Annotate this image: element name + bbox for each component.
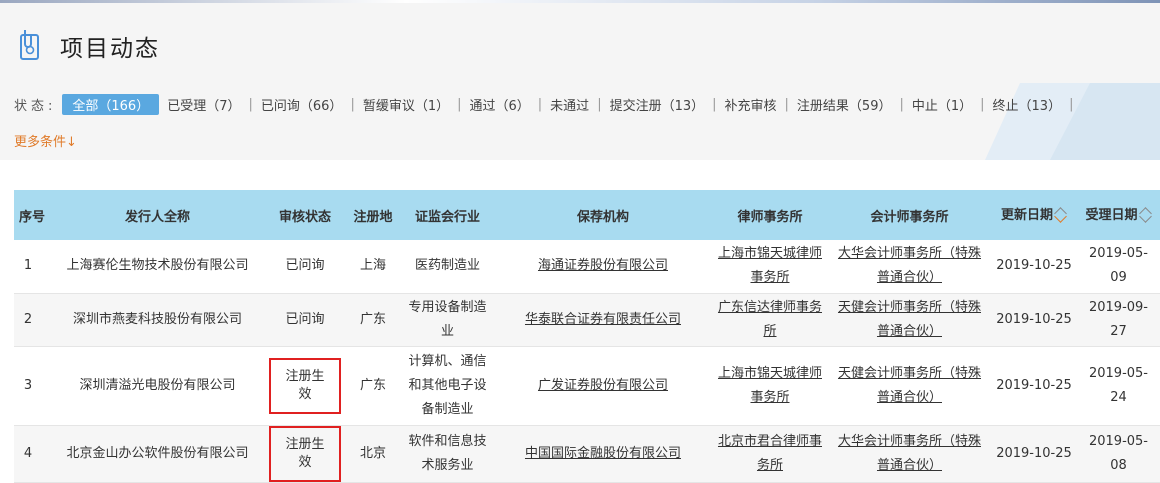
law-firm-link[interactable]: 广东信达律师事务所 xyxy=(718,300,822,339)
filter-deferred[interactable]: 暂缓审议（1） xyxy=(355,95,457,114)
accounting-firm-cell: 大华会计师事务所（特殊普通合伙） xyxy=(828,425,991,483)
row-index: 2 xyxy=(14,293,50,347)
filter-supplementary-review[interactable]: 补充审核 xyxy=(717,95,785,114)
status-label: 状态: xyxy=(14,98,57,114)
filter-submitted-registration[interactable]: 提交注册（13） xyxy=(602,95,713,114)
row-index: 3 xyxy=(14,346,50,426)
col-header-updated[interactable]: 更新日期 xyxy=(991,190,1077,240)
filter-suspended[interactable]: 中止（1） xyxy=(904,95,980,114)
sponsor-cell: 中国国际金融股份有限公司 xyxy=(494,425,712,483)
accounting-firm-link[interactable]: 天健会计师事务所（特殊普通合伙） xyxy=(838,366,981,405)
filter-passed[interactable]: 通过（6） xyxy=(462,95,538,114)
accepted-date: 2019-09-27 xyxy=(1077,293,1160,347)
accounting-firm-link[interactable]: 大华会计师事务所（特殊普通合伙） xyxy=(838,434,981,473)
filter-all[interactable]: 全部（166） xyxy=(62,93,160,115)
more-conditions-link[interactable]: 更多条件↓ xyxy=(14,131,77,150)
filter-panel: 状态: 全部（166） 已受理（7） | 已问询（66） | 暂缓审议（1） | 通过… xyxy=(0,83,1160,160)
review-status: 已问询 xyxy=(265,293,345,347)
accounting-firm-link[interactable]: 大华会计师事务所（特殊普通合伙） xyxy=(838,246,981,285)
accepted-date: 2019-05-09 xyxy=(1077,240,1160,294)
law-firm-cell: 上海市锦天城律师事务所 xyxy=(712,240,828,294)
row-index: 4 xyxy=(14,425,50,483)
page-title: 项目动态 xyxy=(60,36,160,62)
issuer-name: 上海赛伦生物技术股份有限公司 xyxy=(50,240,265,294)
law-firm-cell: 北京市君合律师事务所 xyxy=(712,425,828,483)
page-header: 项目动态 xyxy=(0,3,1160,83)
table-row: 4 北京金山办公软件股份有限公司 注册生效 北京 软件和信息技术服务业 中国国际… xyxy=(14,425,1160,483)
law-firm-cell: 广东信达律师事务所 xyxy=(712,293,828,347)
row-index: 1 xyxy=(14,240,50,294)
col-header-region: 注册地 xyxy=(345,190,401,240)
updated-date: 2019-10-25 xyxy=(991,346,1077,426)
filter-terminated[interactable]: 终止（13） xyxy=(985,95,1070,114)
accepted-label: 受理日期 xyxy=(1085,207,1138,223)
filter-registration-result[interactable]: 注册结果（59） xyxy=(789,95,900,114)
accounting-firm-cell: 大华会计师事务所（特殊普通合伙） xyxy=(828,240,991,294)
col-header-status: 审核状态 xyxy=(265,190,345,240)
filter-inquired[interactable]: 已问询（66） xyxy=(253,95,351,114)
sponsor-link[interactable]: 广发证券股份有限公司 xyxy=(538,378,668,393)
review-status-cell: 注册生效 xyxy=(265,346,345,426)
law-firm-link[interactable]: 上海市锦天城律师事务所 xyxy=(718,246,822,285)
review-status-cell: 注册生效 xyxy=(265,425,345,483)
updated-date: 2019-10-25 xyxy=(991,425,1077,483)
sort-updated-icon[interactable] xyxy=(1054,204,1067,226)
law-firm-cell: 上海市锦天城律师事务所 xyxy=(712,346,828,426)
sponsor-link[interactable]: 海通证券股份有限公司 xyxy=(538,258,668,273)
project-table: 序号 发行人全称 审核状态 注册地 证监会行业 保荐机构 律师事务所 会计师事务… xyxy=(14,190,1160,483)
industry: 软件和信息技术服务业 xyxy=(401,425,494,483)
filter-accepted[interactable]: 已受理（7） xyxy=(159,95,248,114)
status-filter-row: 状态: 全部（166） 已受理（7） | 已问询（66） | 暂缓审议（1） | 通过… xyxy=(14,93,1073,115)
review-status-highlight: 注册生效 xyxy=(269,357,341,414)
region: 广东 xyxy=(345,346,401,426)
col-header-accounting-firm: 会计师事务所 xyxy=(828,190,991,240)
accounting-firm-cell: 天健会计师事务所（特殊普通合伙） xyxy=(828,346,991,426)
document-clip-icon xyxy=(20,30,39,60)
accounting-firm-cell: 天健会计师事务所（特殊普通合伙） xyxy=(828,293,991,347)
region: 北京 xyxy=(345,425,401,483)
separator: | xyxy=(1069,96,1074,112)
issuer-name: 北京金山办公软件股份有限公司 xyxy=(50,425,265,483)
sort-accepted-icon[interactable] xyxy=(1138,204,1152,226)
table-row: 3 深圳清溢光电股份有限公司 注册生效 广东 计算机、通信和其他电子设备制造业 … xyxy=(14,346,1160,426)
sponsor-link[interactable]: 华泰联合证券有限责任公司 xyxy=(525,312,681,327)
col-header-industry: 证监会行业 xyxy=(401,190,494,240)
filter-not-passed[interactable]: 未通过 xyxy=(542,95,597,114)
sponsor-cell: 广发证券股份有限公司 xyxy=(494,346,712,426)
col-header-index: 序号 xyxy=(14,190,50,240)
industry: 计算机、通信和其他电子设备制造业 xyxy=(401,346,494,426)
region: 上海 xyxy=(345,240,401,294)
accounting-firm-link[interactable]: 天健会计师事务所（特殊普通合伙） xyxy=(838,300,981,339)
law-firm-link[interactable]: 北京市君合律师事务所 xyxy=(718,434,822,473)
table-row: 1 上海赛伦生物技术股份有限公司 已问询 上海 医药制造业 海通证券股份有限公司… xyxy=(14,240,1160,294)
col-header-issuer: 发行人全称 xyxy=(50,190,265,240)
sponsor-link[interactable]: 中国国际金融股份有限公司 xyxy=(525,446,681,461)
accepted-date: 2019-05-24 xyxy=(1077,346,1160,426)
col-header-sponsor: 保荐机构 xyxy=(494,190,712,240)
issuer-name: 深圳清溢光电股份有限公司 xyxy=(50,346,265,426)
review-status: 已问询 xyxy=(265,240,345,294)
issuer-name: 深圳市燕麦科技股份有限公司 xyxy=(50,293,265,347)
table-header-row: 序号 发行人全称 审核状态 注册地 证监会行业 保荐机构 律师事务所 会计师事务… xyxy=(14,190,1160,240)
updated-date: 2019-10-25 xyxy=(991,240,1077,294)
updated-label: 更新日期 xyxy=(1000,207,1053,223)
accepted-date: 2019-05-08 xyxy=(1077,425,1160,483)
updated-date: 2019-10-25 xyxy=(991,293,1077,347)
table-row: 2 深圳市燕麦科技股份有限公司 已问询 广东 专用设备制造业 华泰联合证券有限责… xyxy=(14,293,1160,347)
law-firm-link[interactable]: 上海市锦天城律师事务所 xyxy=(718,366,822,405)
region: 广东 xyxy=(345,293,401,347)
sponsor-cell: 海通证券股份有限公司 xyxy=(494,240,712,294)
industry: 医药制造业 xyxy=(401,240,494,294)
col-header-accepted[interactable]: 受理日期 xyxy=(1077,190,1160,240)
industry: 专用设备制造业 xyxy=(401,293,494,347)
col-header-law-firm: 律师事务所 xyxy=(712,190,828,240)
review-status-highlight: 注册生效 xyxy=(269,425,341,482)
sponsor-cell: 华泰联合证券有限责任公司 xyxy=(494,293,712,347)
